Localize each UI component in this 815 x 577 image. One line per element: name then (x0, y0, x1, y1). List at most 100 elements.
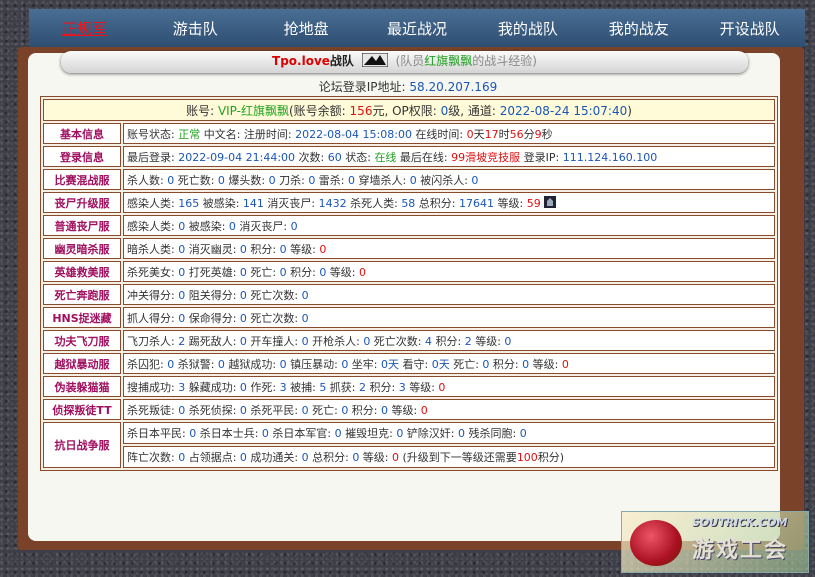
stat-text: 镇压暴动: (286, 357, 342, 371)
server-label[interactable]: 比赛混战服 (43, 169, 121, 190)
team-suffix: 战队 (329, 54, 354, 68)
stat-text: 等级: (326, 265, 360, 279)
stat-text: 坐牢: (348, 357, 382, 371)
server-label[interactable]: 功夫飞刀服 (43, 330, 121, 351)
server-label[interactable]: 基本信息 (43, 123, 121, 144)
nav-item-3[interactable]: 最近战况 (362, 9, 473, 47)
stat-text: 3 (279, 380, 287, 394)
server-label[interactable]: 普通丧尸服 (43, 215, 121, 236)
stat-text: 等级: (529, 357, 562, 371)
server-label[interactable]: 丧尸升级服 (43, 192, 121, 213)
stat-text: 0 (279, 265, 287, 279)
team-flag-icon (361, 53, 388, 67)
stat-text: 等级: (388, 403, 421, 417)
server-label[interactable]: 死亡奔跑服 (43, 284, 121, 305)
stats-row: 阵亡次数: 0 占领据点: 0 成功通关: 0 总积分: 0 等级: 0 (升级… (43, 446, 775, 468)
stats-cell: 账号状态: 正常 中文名: 注册时间: 2022-08-04 15:08:00 … (123, 123, 775, 144)
stat-text: 0 (239, 451, 247, 464)
stat-text: 打死英雄: (185, 265, 240, 279)
stats-row: 抗日战争服 杀日本平民: 0 杀日本士兵: 0 杀日本军官: 0 摧毁坦克: 0 … (43, 422, 775, 468)
stat-text: 在线时间: (411, 127, 467, 141)
stat-text: 感染人类: (127, 219, 179, 233)
account-cell: 账号: VIP-红旗飘飘(账号余额: 156元, OP权限: 0级, 通道: 2… (43, 99, 775, 121)
nav-item-0[interactable]: 正规军 (29, 9, 140, 47)
stat-text: 0 (239, 265, 247, 279)
stat-text: 成功通关: (246, 451, 302, 464)
rank-badge-icon (543, 195, 556, 208)
stat-text: 60 (327, 150, 342, 164)
stat-text: 消灭丧尸: (235, 219, 291, 233)
stat-text: 0 (261, 427, 269, 440)
stat-text: 死亡数: (174, 173, 218, 187)
stat-text: 9 (534, 127, 542, 141)
stat-text: 56 (509, 127, 524, 141)
stats-row: 基本信息 账号状态: 正常 中文名: 注册时间: 2022-08-04 15:08… (43, 123, 775, 144)
stat-text: 死亡次数: (246, 311, 302, 325)
nav-item-5[interactable]: 我的战友 (583, 9, 694, 47)
stat-text: 冲关得分: (127, 288, 179, 302)
stat-text: 杀死人类: (346, 196, 402, 210)
stat-text: 100 (516, 451, 538, 464)
stat-text: (升级到下一等级还需要 (399, 451, 517, 464)
nav-item-6[interactable]: 开设战队 (694, 9, 805, 47)
stats-row: 丧尸升级服 感染人类: 165 被感染: 141 消灭丧尸: 1432 杀死人类:… (43, 192, 775, 213)
stat-text: 残杀同胞: (465, 427, 520, 440)
stat-text: 杀死美女: (127, 265, 179, 279)
stat-text: 59 (526, 196, 541, 210)
stat-text: 天 (473, 127, 485, 141)
stat-text: 0 (504, 334, 512, 348)
stats-row: 英雄救美服 杀死美女: 0 打死英雄: 0 死亡: 0 积分: 0 等级: 0 (43, 261, 775, 282)
stat-text: 摧毁坦克: (341, 427, 397, 440)
stat-text: 总积分: (308, 451, 353, 464)
server-label[interactable]: 幽灵暗杀服 (43, 238, 121, 259)
stats-row: 比赛混战服 杀人数: 0 死亡数: 0 爆头数: 0 刀杀: 0 雷杀: 0 穿墙… (43, 169, 775, 190)
title-prefix: (队员 (395, 54, 425, 68)
server-label[interactable]: 伪装躲猫猫 (43, 376, 121, 397)
stat-text: 杀人数: (127, 173, 168, 187)
stat-text: 抓获: (326, 380, 360, 394)
nav-item-1[interactable]: 游击队 (140, 9, 251, 47)
stat-text: 2022-09-04 21:44:00 (178, 150, 296, 164)
server-label[interactable]: 登录信息 (43, 146, 121, 167)
stat-text: 杀日本平民: (127, 427, 190, 440)
stat-text: 爆头数: (224, 173, 269, 187)
stat-text: 搜捕成功: (127, 380, 179, 394)
nav-item-4[interactable]: 我的战队 (472, 9, 583, 47)
stat-text: 穿墙杀人: (355, 173, 410, 187)
stat-text: 飞刀杀人: (127, 334, 179, 348)
server-label[interactable]: HNS捉迷藏 (43, 307, 121, 328)
stats-cell: 最后登录: 2022-09-04 21:44:00 次数: 60 状态: 在线 … (123, 146, 775, 167)
stat-text: 死亡: (308, 403, 342, 417)
stat-text: 感染人类: (127, 196, 179, 210)
stats-cell: 杀囚犯: 0 杀狱警: 0 越狱成功: 0 镇压暴动: 0 坐牢: 0天 看守:… (123, 353, 775, 374)
stat-text: 0天 (381, 357, 400, 371)
nav-item-2[interactable]: 抢地盘 (251, 9, 362, 47)
stat-text: 次数: (295, 150, 328, 164)
op-label: 元, OP权限: (372, 103, 441, 118)
title-suffix-text: 的战斗经验) (472, 54, 537, 68)
server-label[interactable]: 侦探叛徒TT (43, 399, 121, 420)
stat-text: 最后在线: (396, 150, 452, 164)
server-label[interactable]: 英雄救美服 (43, 261, 121, 282)
stat-text: 0 (519, 427, 527, 440)
stats-row: 侦探叛徒TT 杀死叛徒: 0 杀死侦探: 0 杀死平民: 0 死亡: 0 积分: … (43, 399, 775, 420)
stat-text: 踢死敌人: (185, 334, 240, 348)
stat-text: 0 (359, 265, 367, 279)
stat-text: 2 (359, 380, 367, 394)
stat-text: 0 (239, 242, 247, 256)
member-name[interactable]: 红旗飘飘 (424, 54, 472, 68)
stat-text: 58 (401, 196, 416, 210)
stat-text: 0 (381, 403, 389, 417)
stat-text: 0 (268, 173, 276, 187)
team-name[interactable]: Tpo.love (272, 54, 330, 68)
balance-label: (账号余额: (289, 103, 350, 118)
stat-text: 死亡: (246, 265, 280, 279)
server-label[interactable]: 抗日战争服 (43, 422, 121, 468)
stats-cell: 杀死叛徒: 0 杀死侦探: 0 杀死平民: 0 死亡: 0 积分: 0 等级: … (123, 399, 775, 420)
stat-text: 越狱成功: (224, 357, 280, 371)
stats-row: 功夫飞刀服 飞刀杀人: 2 踢死敌人: 0 开车撞人: 0 开枪杀人: 0 死亡次… (43, 330, 775, 351)
stat-text: 2022-08-04 15:08:00 (295, 127, 412, 141)
account-row: 账号: VIP-红旗飘飘(账号余额: 156元, OP权限: 0级, 通道: 2… (43, 99, 775, 121)
stats-row: 死亡奔跑服 冲关得分: 0 阻关得分: 0 死亡次数: 0 (43, 284, 775, 305)
server-label[interactable]: 越狱暴动服 (43, 353, 121, 374)
